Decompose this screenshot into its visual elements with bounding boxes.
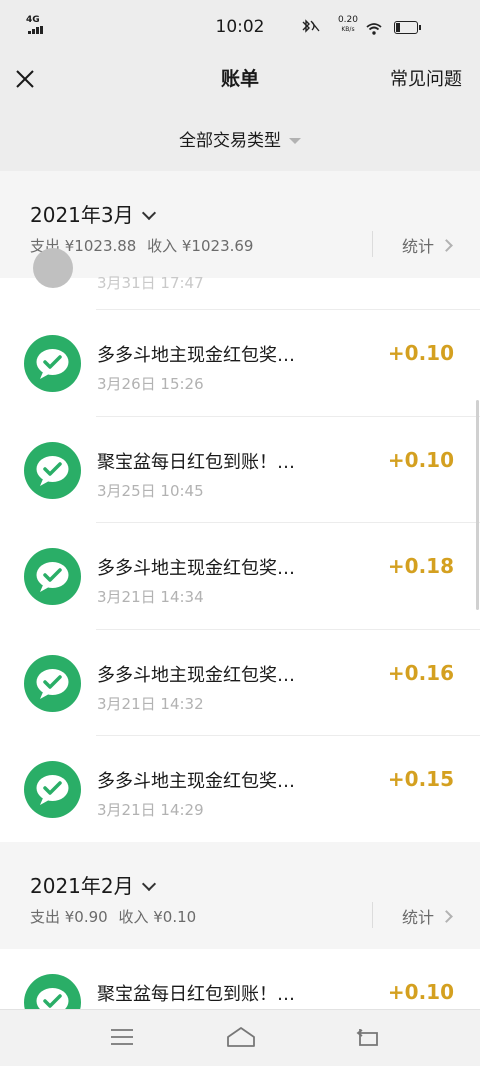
row-title: 多多斗地主现金红包奖…	[97, 771, 295, 792]
net-speed-unit: KB/s	[341, 26, 355, 33]
bill-list[interactable]: 2021年3月 支出 ¥1023.88 收入 ¥1023.69 统计 3月31日…	[0, 171, 480, 1010]
list-item[interactable]: 聚宝盆每日红包到账！… 3月25日 10:45 +0.10	[0, 417, 480, 523]
home-icon[interactable]	[225, 1024, 257, 1050]
avatar	[33, 248, 73, 288]
wechat-pay-icon	[24, 654, 81, 712]
list-item[interactable]: 多多斗地主现金红包奖… 3月21日 14:34 +0.18	[0, 523, 480, 630]
menu-icon[interactable]	[108, 1024, 136, 1050]
row-title: 聚宝盆每日红包到账！…	[97, 984, 295, 1005]
row-time: 3月31日 17:47	[97, 274, 204, 292]
stats-button[interactable]: 统计	[402, 233, 453, 257]
chevron-down-icon	[289, 138, 301, 144]
divider	[372, 902, 373, 928]
month-title: 2021年2月	[30, 874, 134, 898]
month-summary: 支出 ¥0.90 收入 ¥0.10	[30, 906, 202, 927]
row-title: 多多斗地主现金红包奖…	[97, 664, 295, 686]
month-selector[interactable]: 2021年2月	[30, 870, 156, 899]
wechat-pay-icon	[24, 761, 81, 818]
month-title: 2021年3月	[30, 203, 134, 227]
back-icon[interactable]	[354, 1024, 382, 1050]
row-time: 3月21日 14:32	[97, 694, 204, 713]
scrollbar[interactable]	[476, 400, 479, 610]
row-title: 多多斗地主现金红包奖…	[97, 345, 295, 366]
divider	[372, 231, 373, 257]
month-selector[interactable]: 2021年3月	[30, 199, 156, 228]
chevron-down-icon	[141, 876, 156, 892]
net-speed-value: 0.20	[337, 15, 358, 25]
income-total: 收入 ¥1023.69	[147, 237, 254, 255]
row-amount: +0.10	[387, 447, 454, 472]
row-amount: +0.10	[387, 341, 454, 365]
chevron-right-icon	[440, 239, 453, 252]
list-item[interactable]: 多多斗地主现金红包奖… 3月21日 14:29 +0.15	[0, 736, 480, 843]
transaction-list: 3月31日 17:47 多多斗地主现金红包奖… 3月26日 15:26 +0.1…	[0, 248, 480, 843]
net-speed: 0.20 KB/s	[338, 16, 358, 34]
row-amount: +0.16	[387, 660, 454, 685]
battery-icon	[394, 21, 421, 34]
wechat-pay-icon	[24, 441, 81, 499]
list-item[interactable]: 聚宝盆每日红包到账！… +0.10	[0, 949, 480, 1010]
row-amount: +0.10	[387, 980, 454, 1004]
row-time: 3月21日 14:34	[97, 588, 204, 606]
transaction-list: 聚宝盆每日红包到账！… +0.10	[0, 949, 480, 1010]
status-bar: 4G 10:02 0.20 KB/s	[0, 0, 480, 56]
row-title: 聚宝盆每日红包到账！…	[97, 451, 295, 473]
list-item[interactable]: 3月31日 17:47	[0, 248, 480, 310]
list-item[interactable]: 多多斗地主现金红包奖… 3月26日 15:26 +0.10	[0, 310, 480, 417]
expense-total: 支出 ¥0.90	[30, 908, 108, 926]
stats-label: 统计	[402, 908, 435, 927]
filter-label: 全部交易类型	[179, 131, 281, 151]
row-title: 多多斗地主现金红包奖…	[97, 558, 295, 579]
row-time: 3月25日 10:45	[97, 481, 204, 500]
list-item[interactable]: 多多斗地主现金红包奖… 3月21日 14:32 +0.16	[0, 630, 480, 736]
row-amount: +0.18	[387, 554, 454, 578]
wifi-icon	[366, 20, 382, 35]
wechat-pay-icon	[24, 974, 81, 1010]
transaction-type-filter[interactable]: 全部交易类型	[0, 126, 480, 154]
chevron-right-icon	[440, 910, 453, 923]
title-bar: 账单 常见问题	[0, 56, 480, 100]
wechat-pay-icon	[24, 335, 81, 392]
row-amount: +0.15	[387, 767, 454, 791]
system-nav-bar	[0, 1009, 480, 1066]
faq-link[interactable]: 常见问题	[390, 65, 462, 91]
stats-label: 统计	[402, 237, 435, 256]
stats-button[interactable]: 统计	[402, 904, 453, 928]
income-total: 收入 ¥0.10	[118, 908, 197, 926]
month-header: 2021年2月 支出 ¥0.90 收入 ¥0.10 统计	[0, 842, 480, 949]
wechat-pay-icon	[24, 548, 81, 605]
row-time: 3月21日 14:29	[97, 801, 204, 819]
chevron-down-icon	[141, 205, 156, 221]
bluetooth-icon	[300, 18, 320, 38]
row-time: 3月26日 15:26	[97, 375, 204, 393]
